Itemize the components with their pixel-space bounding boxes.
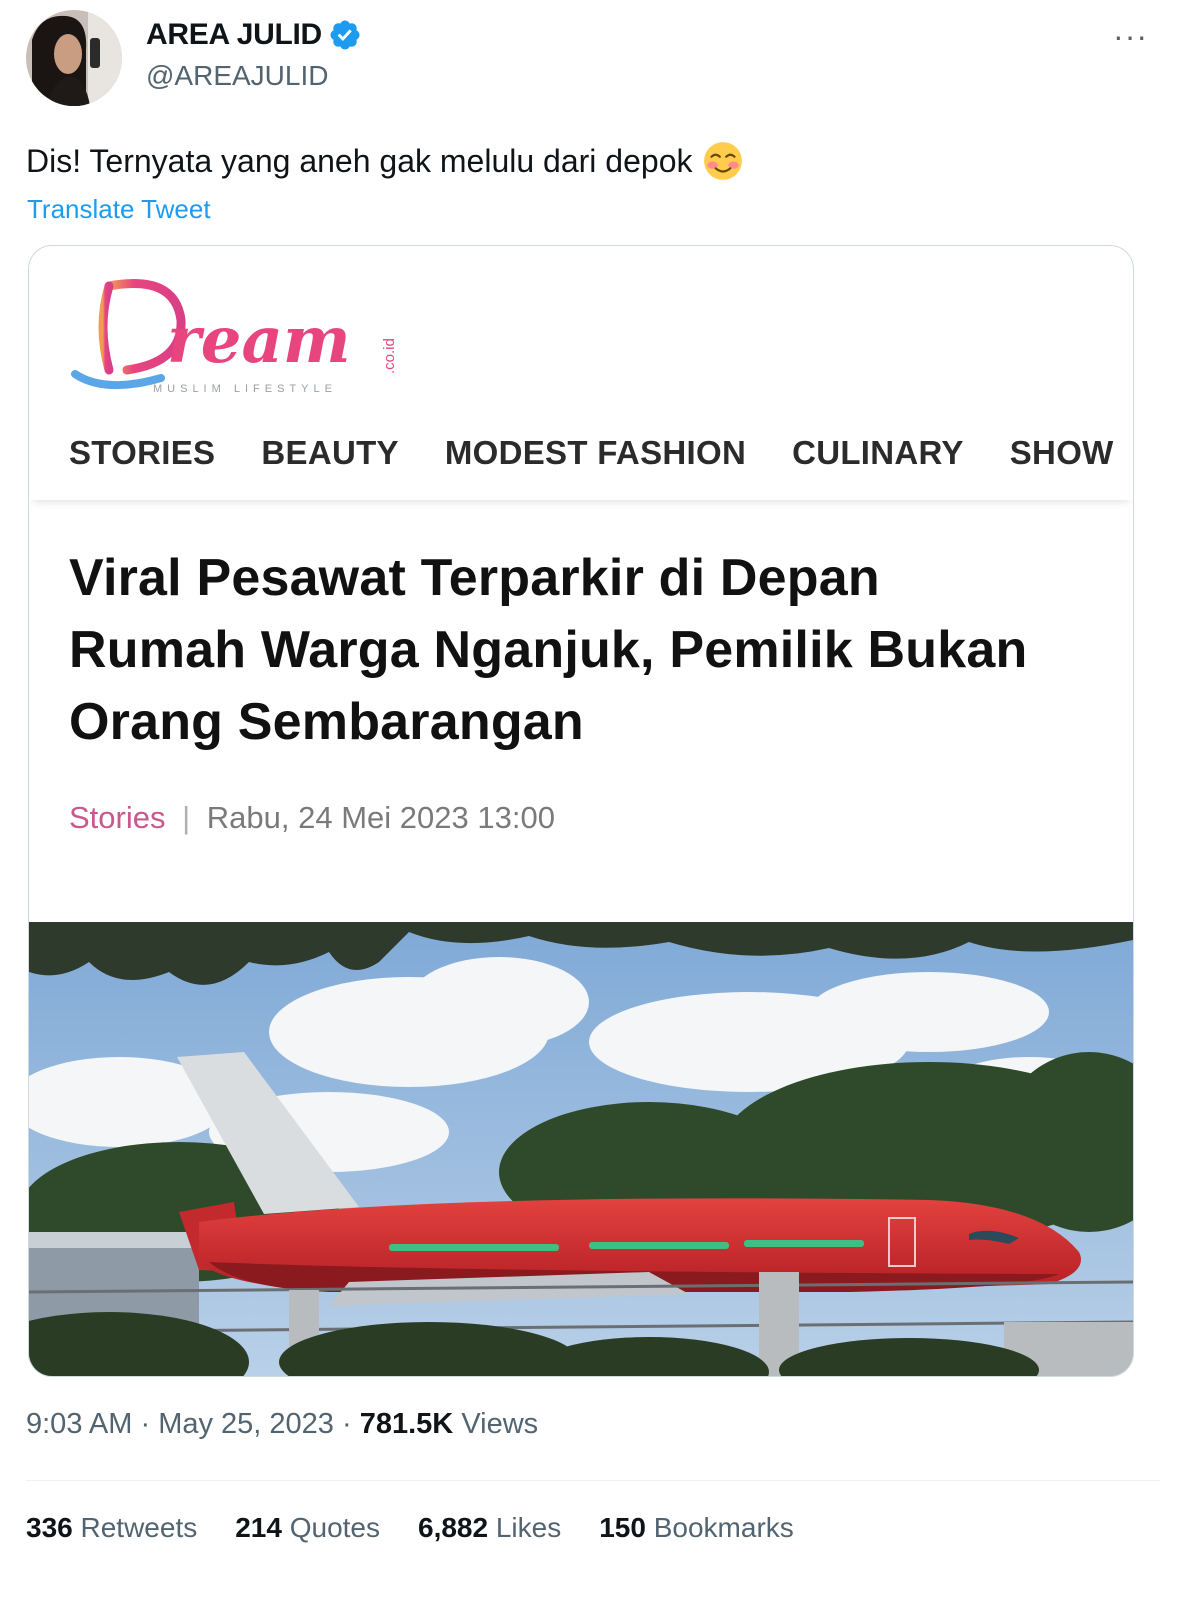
retweets-stat[interactable]: 336 Retweets: [26, 1512, 197, 1544]
retweets-count: 336: [26, 1512, 73, 1543]
bookmarks-count: 150: [599, 1512, 646, 1543]
quotes-count: 214: [235, 1512, 282, 1543]
more-options-button[interactable]: ···: [1113, 18, 1148, 55]
nav-item-stories: STORIES: [69, 434, 216, 471]
category-nav: STORIES BEAUTY MODEST FASHION CULINARY S…: [29, 406, 1133, 500]
article-headline: Viral Pesawat Terparkir di Depan Rumah W…: [69, 549, 1028, 751]
likes-label: Likes: [495, 1512, 562, 1543]
timestamp-dot: ·: [140, 1408, 151, 1440]
bookmarks-stat[interactable]: 150 Bookmarks: [599, 1512, 794, 1544]
svg-text:MUSLIM LIFESTYLE: MUSLIM LIFESTYLE: [153, 383, 337, 395]
tweet-time[interactable]: 9:03 AM: [26, 1408, 132, 1440]
quotes-stat[interactable]: 214 Quotes: [235, 1512, 380, 1544]
svg-text:.co.id: .co.id: [381, 338, 398, 374]
retweets-label: Retweets: [80, 1512, 198, 1543]
divider: [26, 1480, 1160, 1481]
avatar-image: [26, 10, 122, 106]
bookmarks-label: Bookmarks: [653, 1512, 794, 1543]
smiling-face-with-blush-icon: [704, 142, 743, 180]
red-airplane-photo: [29, 922, 1133, 1376]
author-name-text: AREA JULID: [146, 18, 322, 51]
tweet-media-card[interactable]: ream .co.id MUSLIM LIFESTYLE STORIES BEA…: [28, 245, 1134, 1377]
nav-item-show: SHOW: [1009, 434, 1114, 471]
views-label: Views: [461, 1408, 539, 1440]
tweet-timestamp: 9:03 AM · May 25, 2023 · 781.5K Views: [26, 1408, 538, 1441]
author-display-name[interactable]: AREA JULID: [146, 18, 362, 52]
tweet-text-content: Dis! Ternyata yang aneh gak melulu dari …: [26, 142, 693, 179]
tweet-stats: 336 Retweets 214 Quotes 6,882 Likes 150 …: [26, 1512, 794, 1544]
article-category: Stories: [69, 800, 166, 835]
tweet-date[interactable]: May 25, 2023: [158, 1408, 334, 1440]
timestamp-dot: ·: [342, 1408, 352, 1440]
article-meta: Stories | Rabu, 24 Mei 2023 13:00: [69, 800, 555, 836]
article-date: Rabu, 24 Mei 2023 13:00: [206, 800, 555, 835]
likes-count: 6,882: [418, 1512, 489, 1543]
quotes-label: Quotes: [289, 1512, 380, 1543]
verified-badge-icon: [330, 20, 360, 50]
tweet-text: Dis! Ternyata yang aneh gak melulu dari …: [26, 140, 744, 182]
likes-stat[interactable]: 6,882 Likes: [418, 1512, 561, 1544]
author-handle[interactable]: @AREAJULID: [146, 60, 328, 92]
nav-item-culinary: CULINARY: [792, 434, 964, 471]
views-count: 781.5K: [359, 1408, 454, 1440]
svg-text:ream: ream: [167, 303, 351, 378]
translate-tweet-link[interactable]: Translate Tweet: [27, 194, 211, 225]
meta-separator: |: [182, 800, 191, 835]
nav-item-beauty: BEAUTY: [261, 434, 399, 471]
dream-logo: ream .co.id MUSLIM LIFESTYLE: [71, 279, 398, 395]
nav-item-modest-fashion: MODEST FASHION: [444, 434, 747, 471]
avatar[interactable]: [26, 10, 122, 106]
